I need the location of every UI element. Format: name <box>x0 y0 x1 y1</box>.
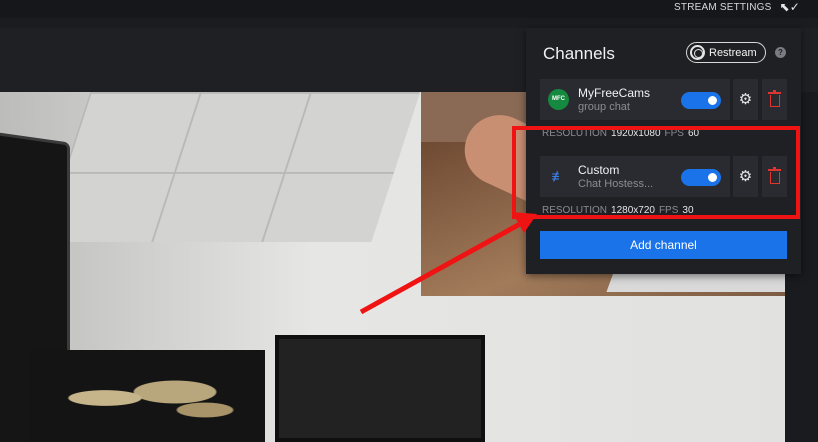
help-icon[interactable]: ? <box>775 47 786 58</box>
add-channel-button[interactable]: Add channel <box>540 231 787 259</box>
top-bar: STREAM SETTINGS ⬉✓ <box>0 0 818 18</box>
myfreecams-logo-icon: MFC <box>548 89 569 110</box>
restream-label: Restream <box>709 46 757 59</box>
channel-subtitle: group chat <box>578 101 630 113</box>
trash-icon <box>767 90 781 107</box>
preview-world-map <box>30 350 265 442</box>
restream-button[interactable]: Restream <box>686 42 766 63</box>
stream-settings-label: STREAM SETTINGS <box>674 1 772 13</box>
channel-enable-toggle[interactable] <box>681 92 721 109</box>
preview-ceiling <box>41 92 420 242</box>
channel-card[interactable]: MFC MyFreeCams group chat <box>540 79 730 120</box>
gear-icon: ⚙ <box>738 91 753 108</box>
annotation-highlight-box <box>512 126 800 219</box>
channel-item-myfreecams: MFC MyFreeCams group chat ⚙ <box>540 79 787 120</box>
panel-title: Channels <box>543 44 615 63</box>
channel-name: MyFreeCams <box>578 86 651 100</box>
cursor-check-icon: ⬉✓ <box>779 0 800 14</box>
stream-settings-button[interactable]: STREAM SETTINGS ⬉✓ <box>674 0 800 14</box>
channel-settings-button[interactable]: ⚙ <box>733 79 758 120</box>
channel-delete-button[interactable] <box>762 79 787 120</box>
preview-tv <box>275 335 485 442</box>
restream-logo-icon <box>690 45 705 60</box>
